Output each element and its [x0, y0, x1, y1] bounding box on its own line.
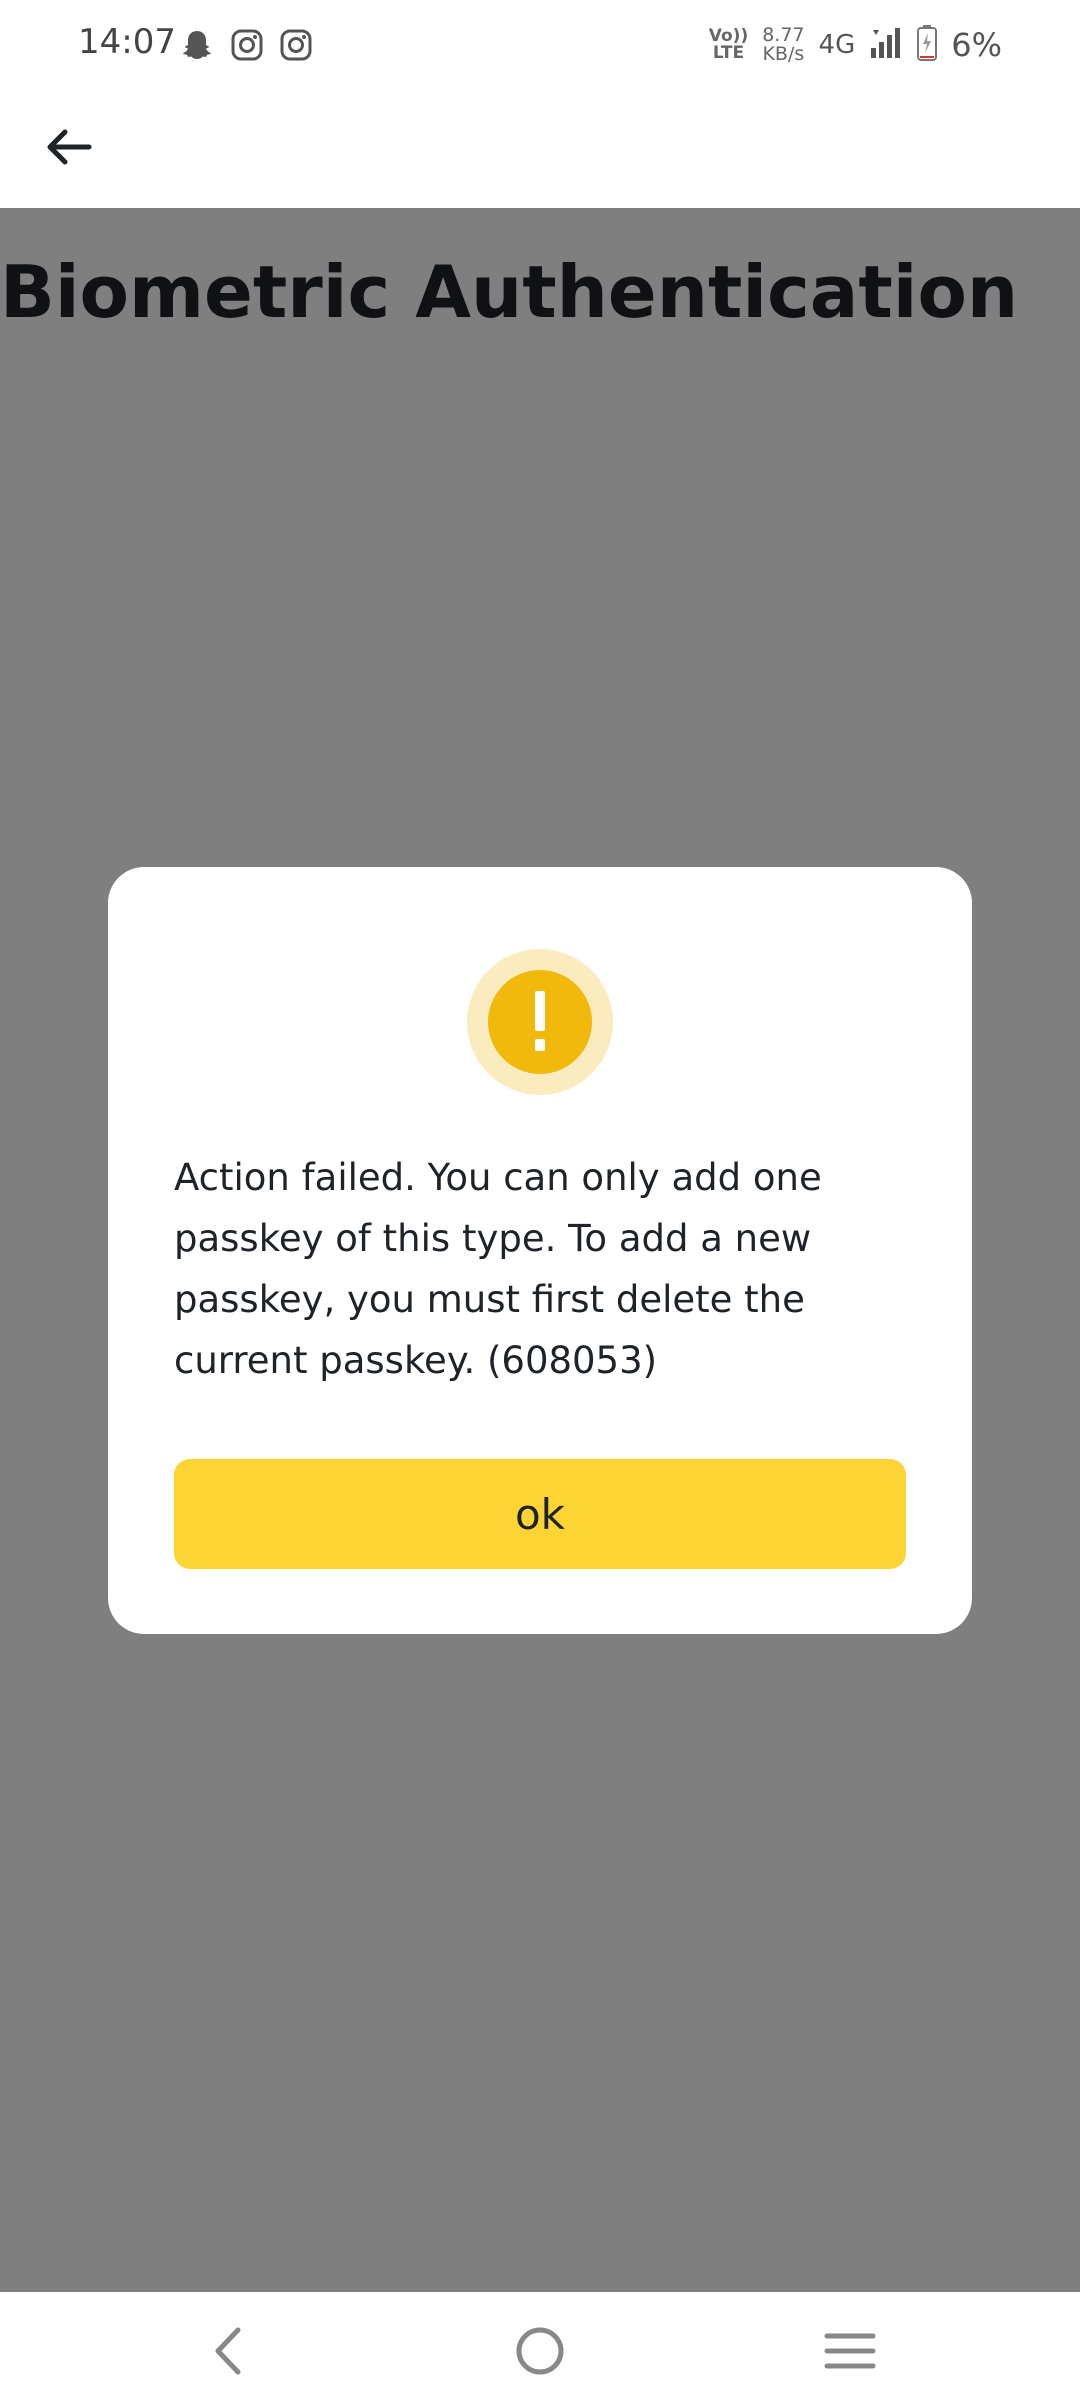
menu-lines-icon: [824, 2333, 876, 2369]
status-time: 14:07: [78, 22, 176, 62]
status-bar: 14:07 Vo)) LTE 8.77 KB/s 4G 6%: [0, 0, 1080, 90]
error-dialog: Action failed. You can only add one pass…: [108, 867, 972, 1634]
dialog-message: Action failed. You can only add one pass…: [174, 1156, 822, 1382]
back-triangle-icon: [215, 2327, 241, 2375]
screen: 14:07 Vo)) LTE 8.77 KB/s 4G 6% Action fa…: [0, 0, 1080, 2408]
volte-indicator: Vo)) LTE: [709, 28, 748, 62]
network-speed: 8.77 KB/s: [762, 26, 804, 64]
network-type: 4G: [818, 30, 856, 60]
system-nav-bar: [0, 2292, 1080, 2408]
instagram-icon: [230, 28, 264, 62]
battery-icon: [917, 25, 938, 65]
speed-unit: KB/s: [762, 43, 805, 65]
warning-icon: [467, 949, 613, 1095]
warning-icon-inner: [488, 970, 592, 1074]
arrow-left-icon: [47, 129, 92, 165]
signal-icon: [869, 26, 903, 64]
ok-button[interactable]: ok: [174, 1459, 906, 1569]
nav-home-button[interactable]: [505, 2316, 575, 2386]
back-button[interactable]: [36, 114, 102, 180]
volte-bottom: LTE: [712, 43, 745, 63]
battery-percent: 6%: [951, 26, 1002, 64]
snapchat-icon: [180, 28, 214, 62]
instagram-icon: [279, 28, 313, 62]
nav-back-button[interactable]: [193, 2316, 263, 2386]
nav-menu-button[interactable]: [815, 2316, 885, 2386]
home-circle-icon: [516, 2327, 564, 2375]
status-indicators: Vo)) LTE 8.77 KB/s 4G 6%: [709, 18, 1002, 72]
app-header: [0, 90, 1080, 208]
